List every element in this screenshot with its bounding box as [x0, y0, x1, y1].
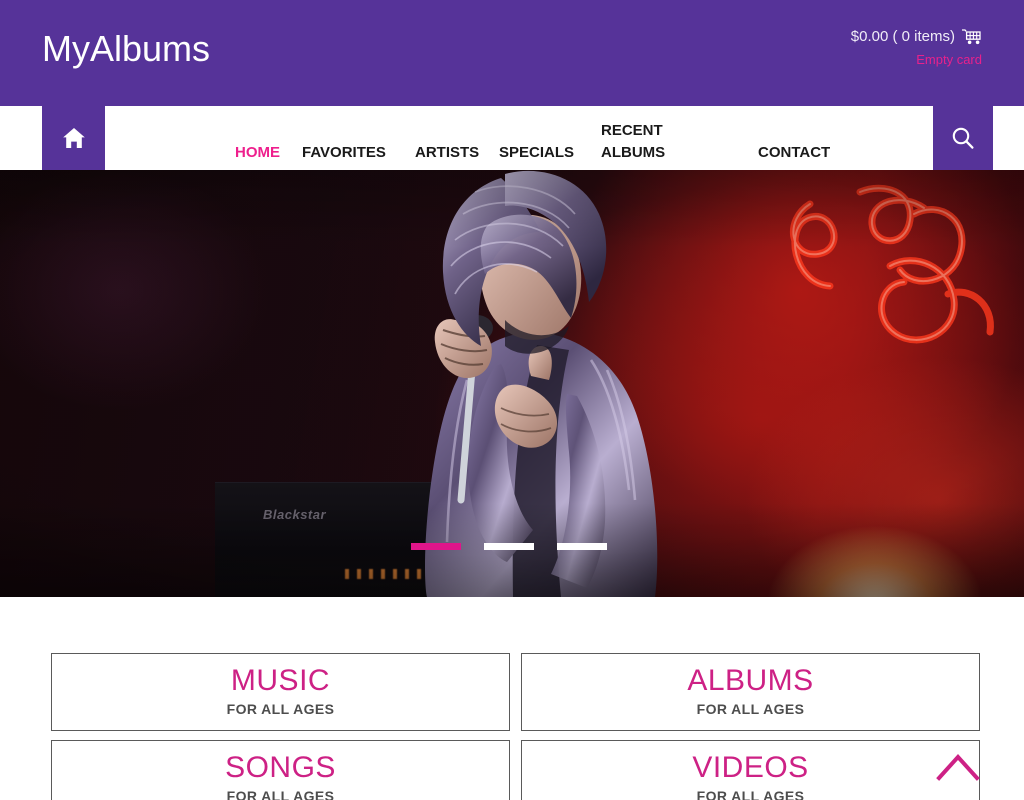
cart-total-label: $0.00 ( 0 items) — [850, 28, 955, 45]
nav-item-recent-albums[interactable]: RECENT ALBUMS — [601, 120, 701, 164]
scroll-to-top-button[interactable] — [936, 752, 980, 782]
site-header: MyAlbums $0.00 ( 0 items) Empty card — [0, 0, 1024, 106]
slider-indicators — [411, 543, 607, 550]
feature-card-subtitle: FOR ALL AGES — [226, 701, 335, 717]
nav-item-artists[interactable]: ARTISTS — [415, 142, 497, 164]
hero-vignette-overlay — [0, 170, 1024, 597]
feature-card-title: VIDEOS — [692, 751, 809, 784]
slider-indicator-1[interactable] — [411, 543, 461, 550]
feature-card-subtitle: FOR ALL AGES — [696, 788, 805, 800]
feature-card-title: SONGS — [225, 751, 336, 784]
nav-search-button[interactable] — [933, 106, 993, 170]
shopping-cart-icon[interactable] — [962, 29, 982, 45]
feature-card-albums[interactable]: ALBUMS FOR ALL AGES — [521, 653, 980, 731]
nav-item-specials[interactable]: SPECIALS — [499, 142, 597, 164]
nav-item-favorites[interactable]: FAVORITES — [302, 142, 407, 164]
nav-item-contact[interactable]: CONTACT — [758, 142, 858, 164]
home-icon — [61, 126, 87, 150]
cart-summary[interactable]: $0.00 ( 0 items) Empty card — [782, 27, 982, 68]
feature-card-title: ALBUMS — [687, 664, 814, 697]
site-logo[interactable]: MyAlbums — [42, 28, 210, 70]
cart-total-row: $0.00 ( 0 items) — [782, 27, 982, 47]
feature-card-music[interactable]: MUSIC FOR ALL AGES — [51, 653, 510, 731]
chevron-up-icon — [936, 752, 980, 782]
feature-card-songs[interactable]: SONGS FOR ALL AGES — [51, 740, 510, 800]
hero-slider[interactable]: Blackstar — [0, 170, 1024, 597]
feature-card-videos[interactable]: VIDEOS FOR ALL AGES — [521, 740, 980, 800]
nav-item-home[interactable]: HOME — [235, 142, 295, 164]
search-icon — [950, 125, 976, 151]
feature-card-subtitle: FOR ALL AGES — [696, 701, 805, 717]
nav-link-list: HOME FAVORITES ARTISTS SPECIALS RECENT A… — [105, 106, 933, 170]
nav-home-button[interactable] — [42, 106, 105, 170]
slider-indicator-3[interactable] — [557, 543, 607, 550]
cart-status-link[interactable]: Empty card — [782, 52, 982, 68]
feature-cards-section: MUSIC FOR ALL AGES ALBUMS FOR ALL AGES S… — [0, 597, 1024, 800]
feature-card-subtitle: FOR ALL AGES — [226, 788, 335, 800]
main-navigation: HOME FAVORITES ARTISTS SPECIALS RECENT A… — [0, 106, 1024, 170]
page-root: MyAlbums $0.00 ( 0 items) Empty card HOM… — [0, 0, 1024, 800]
slider-indicator-2[interactable] — [484, 543, 534, 550]
feature-card-title: MUSIC — [230, 664, 331, 697]
